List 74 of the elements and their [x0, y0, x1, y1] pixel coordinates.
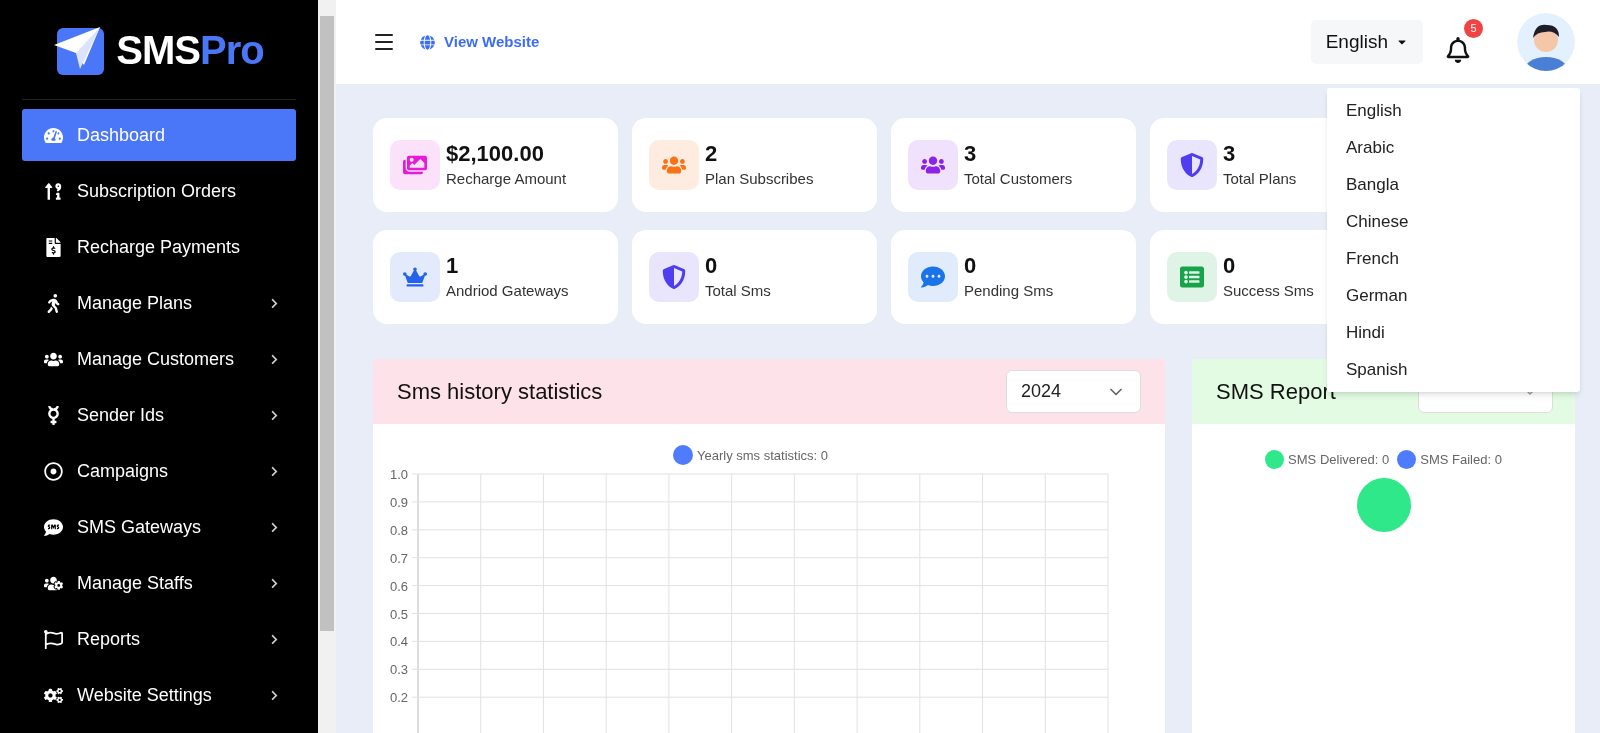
language-option[interactable]: Arabic: [1327, 129, 1580, 166]
y-axis-label: 0.8: [389, 522, 408, 538]
stat-label: Total Customers: [964, 168, 1073, 189]
sidebar-item[interactable]: Manage Staffs: [22, 557, 296, 609]
language-option[interactable]: English: [1327, 92, 1580, 129]
flag-icon: [44, 629, 63, 649]
y-axis-label: 0.5: [389, 606, 408, 622]
notification-button[interactable]: 5: [1441, 19, 1483, 65]
chevron-right-icon: [269, 689, 280, 701]
stat-label: Andriod Gateways: [446, 280, 569, 301]
stat-value: $2,100.00: [446, 139, 545, 168]
sms-bubble-icon: [44, 517, 63, 537]
y-axis-label: 0.2: [389, 690, 408, 706]
sidebar-item[interactable]: Recharge Payments: [22, 221, 296, 273]
sidebar-item[interactable]: Website Settings: [22, 669, 296, 721]
y-axis-label: 0.6: [389, 578, 408, 594]
stat-label: Total Plans: [1223, 168, 1297, 189]
stat-value: 3: [1223, 139, 1237, 168]
chevron-right-icon: [269, 633, 280, 645]
y-axis-label: 0.3: [389, 662, 408, 678]
bell-icon: [1445, 37, 1471, 63]
pie-chart-drawing: [1356, 477, 1411, 532]
stat-value: 0: [705, 251, 719, 280]
language-option[interactable]: German: [1327, 277, 1580, 314]
sidebar-item[interactable]: Campaigns: [22, 445, 296, 497]
stat-label: Total Sms: [705, 280, 771, 301]
y-axis-label: 0.9: [389, 494, 408, 510]
paper-plane-logo-icon: [54, 24, 105, 75]
notification-count: 5: [1464, 19, 1483, 38]
y-axis-label: 1.0: [389, 467, 408, 482]
language-option[interactable]: Spanish: [1327, 351, 1580, 388]
stat-value: 0: [1223, 251, 1237, 280]
globe-icon: [420, 34, 435, 50]
sidebar-item[interactable]: Sender Ids: [22, 389, 296, 441]
sidebar-item[interactable]: Manage Customers: [22, 333, 296, 385]
chevron-right-icon: [269, 409, 280, 421]
language-option[interactable]: Hindi: [1327, 314, 1580, 351]
stat-label: Success Sms: [1223, 280, 1314, 301]
chevron-right-icon: [269, 353, 280, 365]
stat-value: 3: [964, 139, 978, 168]
chevron-right-icon: [269, 521, 280, 533]
sidebar-item[interactable]: SMS Gateways: [22, 501, 296, 553]
invoice-icon: [44, 237, 63, 257]
stat-label: Plan Subscribes: [705, 168, 814, 189]
chevron-right-icon: [269, 577, 280, 589]
panel-title: Sms history statistics: [397, 378, 603, 406]
legend-label: SMS Failed: 0: [1420, 451, 1502, 469]
gears-icon: [44, 685, 63, 705]
sidebar-item[interactable]: Manage Plans: [22, 277, 296, 329]
language-option[interactable]: French: [1327, 240, 1580, 277]
legend-label: SMS Delivered: 0: [1288, 451, 1390, 469]
y-axis-label: 0.7: [389, 550, 408, 566]
language-option[interactable]: Chinese: [1327, 203, 1580, 240]
chevron-right-icon: [269, 465, 280, 477]
year-select[interactable]: 2024: [1006, 370, 1141, 413]
sidebar-item[interactable]: Reports: [22, 613, 296, 665]
chart-legend: Yearly sms statistics: 0: [673, 445, 828, 465]
stat-value: 1: [446, 251, 460, 280]
brand-name: SMSPro: [116, 29, 264, 70]
sort-numbers-icon: [44, 181, 63, 201]
stat-value: 0: [964, 251, 978, 280]
y-axis-label: 0.4: [389, 634, 408, 650]
language-button[interactable]: English: [1310, 20, 1423, 64]
sidebar-item[interactable]: Subscription Orders: [22, 165, 296, 217]
stat-label: Recharge Amount: [446, 168, 567, 189]
stat-value: 2: [705, 139, 719, 168]
chevron-right-icon: [269, 297, 280, 309]
legend-label: Yearly sms statistics: 0: [697, 448, 829, 463]
sidebar-item[interactable]: Dashboard: [22, 109, 296, 161]
avatar[interactable]: [1517, 13, 1575, 71]
view-website-link[interactable]: View Website: [420, 30, 540, 54]
language-option[interactable]: Bangla: [1327, 166, 1580, 203]
stat-label: Pending Sms: [964, 280, 1054, 301]
gauge-icon: [44, 125, 63, 145]
